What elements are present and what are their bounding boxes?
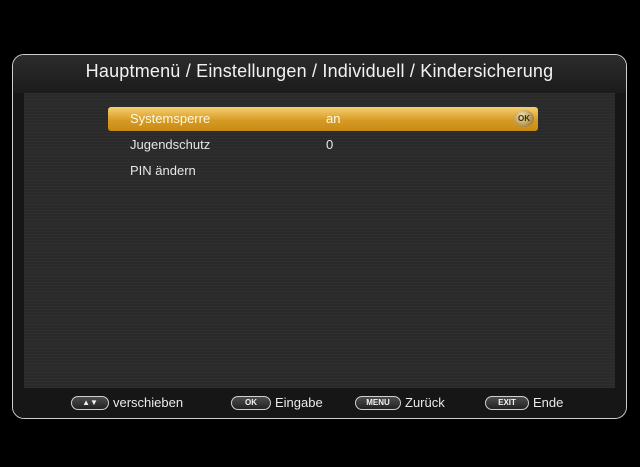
menu-item-pin-aendern[interactable]: PIN ändern [108, 159, 538, 183]
ok-icon[interactable]: OK [514, 110, 534, 127]
exit-key-icon: EXIT [485, 395, 529, 410]
hint-move: ▲▼ verschieben [71, 395, 183, 410]
arrow-keys-icon: ▲▼ [71, 395, 109, 410]
menu-item-label: PIN ändern [130, 163, 196, 178]
menu-item-value: an [326, 111, 341, 126]
title-bar: Hauptmenü / Einstellungen / Individuell … [13, 55, 626, 93]
hint-label: Eingabe [275, 395, 323, 410]
hint-exit: EXIT Ende [485, 395, 563, 410]
ok-key-icon: OK [231, 395, 271, 410]
menu-item-label: Systemsperre [130, 111, 211, 126]
footer-hints: ▲▼ verschieben OK Eingabe MENU Zurück EX… [13, 388, 626, 418]
menu-item-value: 0 [326, 137, 334, 152]
settings-menu: Systemsperre an OK Jugendschutz 0 PIN än… [108, 107, 538, 185]
menu-key-icon: MENU [355, 395, 401, 410]
page-title: Hauptmenü / Einstellungen / Individuell … [85, 61, 554, 81]
menu-item-label: Jugendschutz [130, 137, 211, 152]
hint-label: verschieben [113, 395, 184, 410]
hint-menu: MENU Zurück [355, 395, 445, 410]
menu-item-jugendschutz[interactable]: Jugendschutz 0 [108, 133, 538, 157]
hint-ok: OK Eingabe [231, 395, 323, 410]
hint-label: Zurück [405, 395, 445, 410]
content-area: Systemsperre an OK Jugendschutz 0 PIN än… [24, 93, 615, 388]
tv-menu-screen: Hauptmenü / Einstellungen / Individuell … [12, 54, 627, 419]
menu-item-systemsperre[interactable]: Systemsperre an OK [108, 107, 538, 131]
hint-label: Ende [533, 395, 564, 410]
